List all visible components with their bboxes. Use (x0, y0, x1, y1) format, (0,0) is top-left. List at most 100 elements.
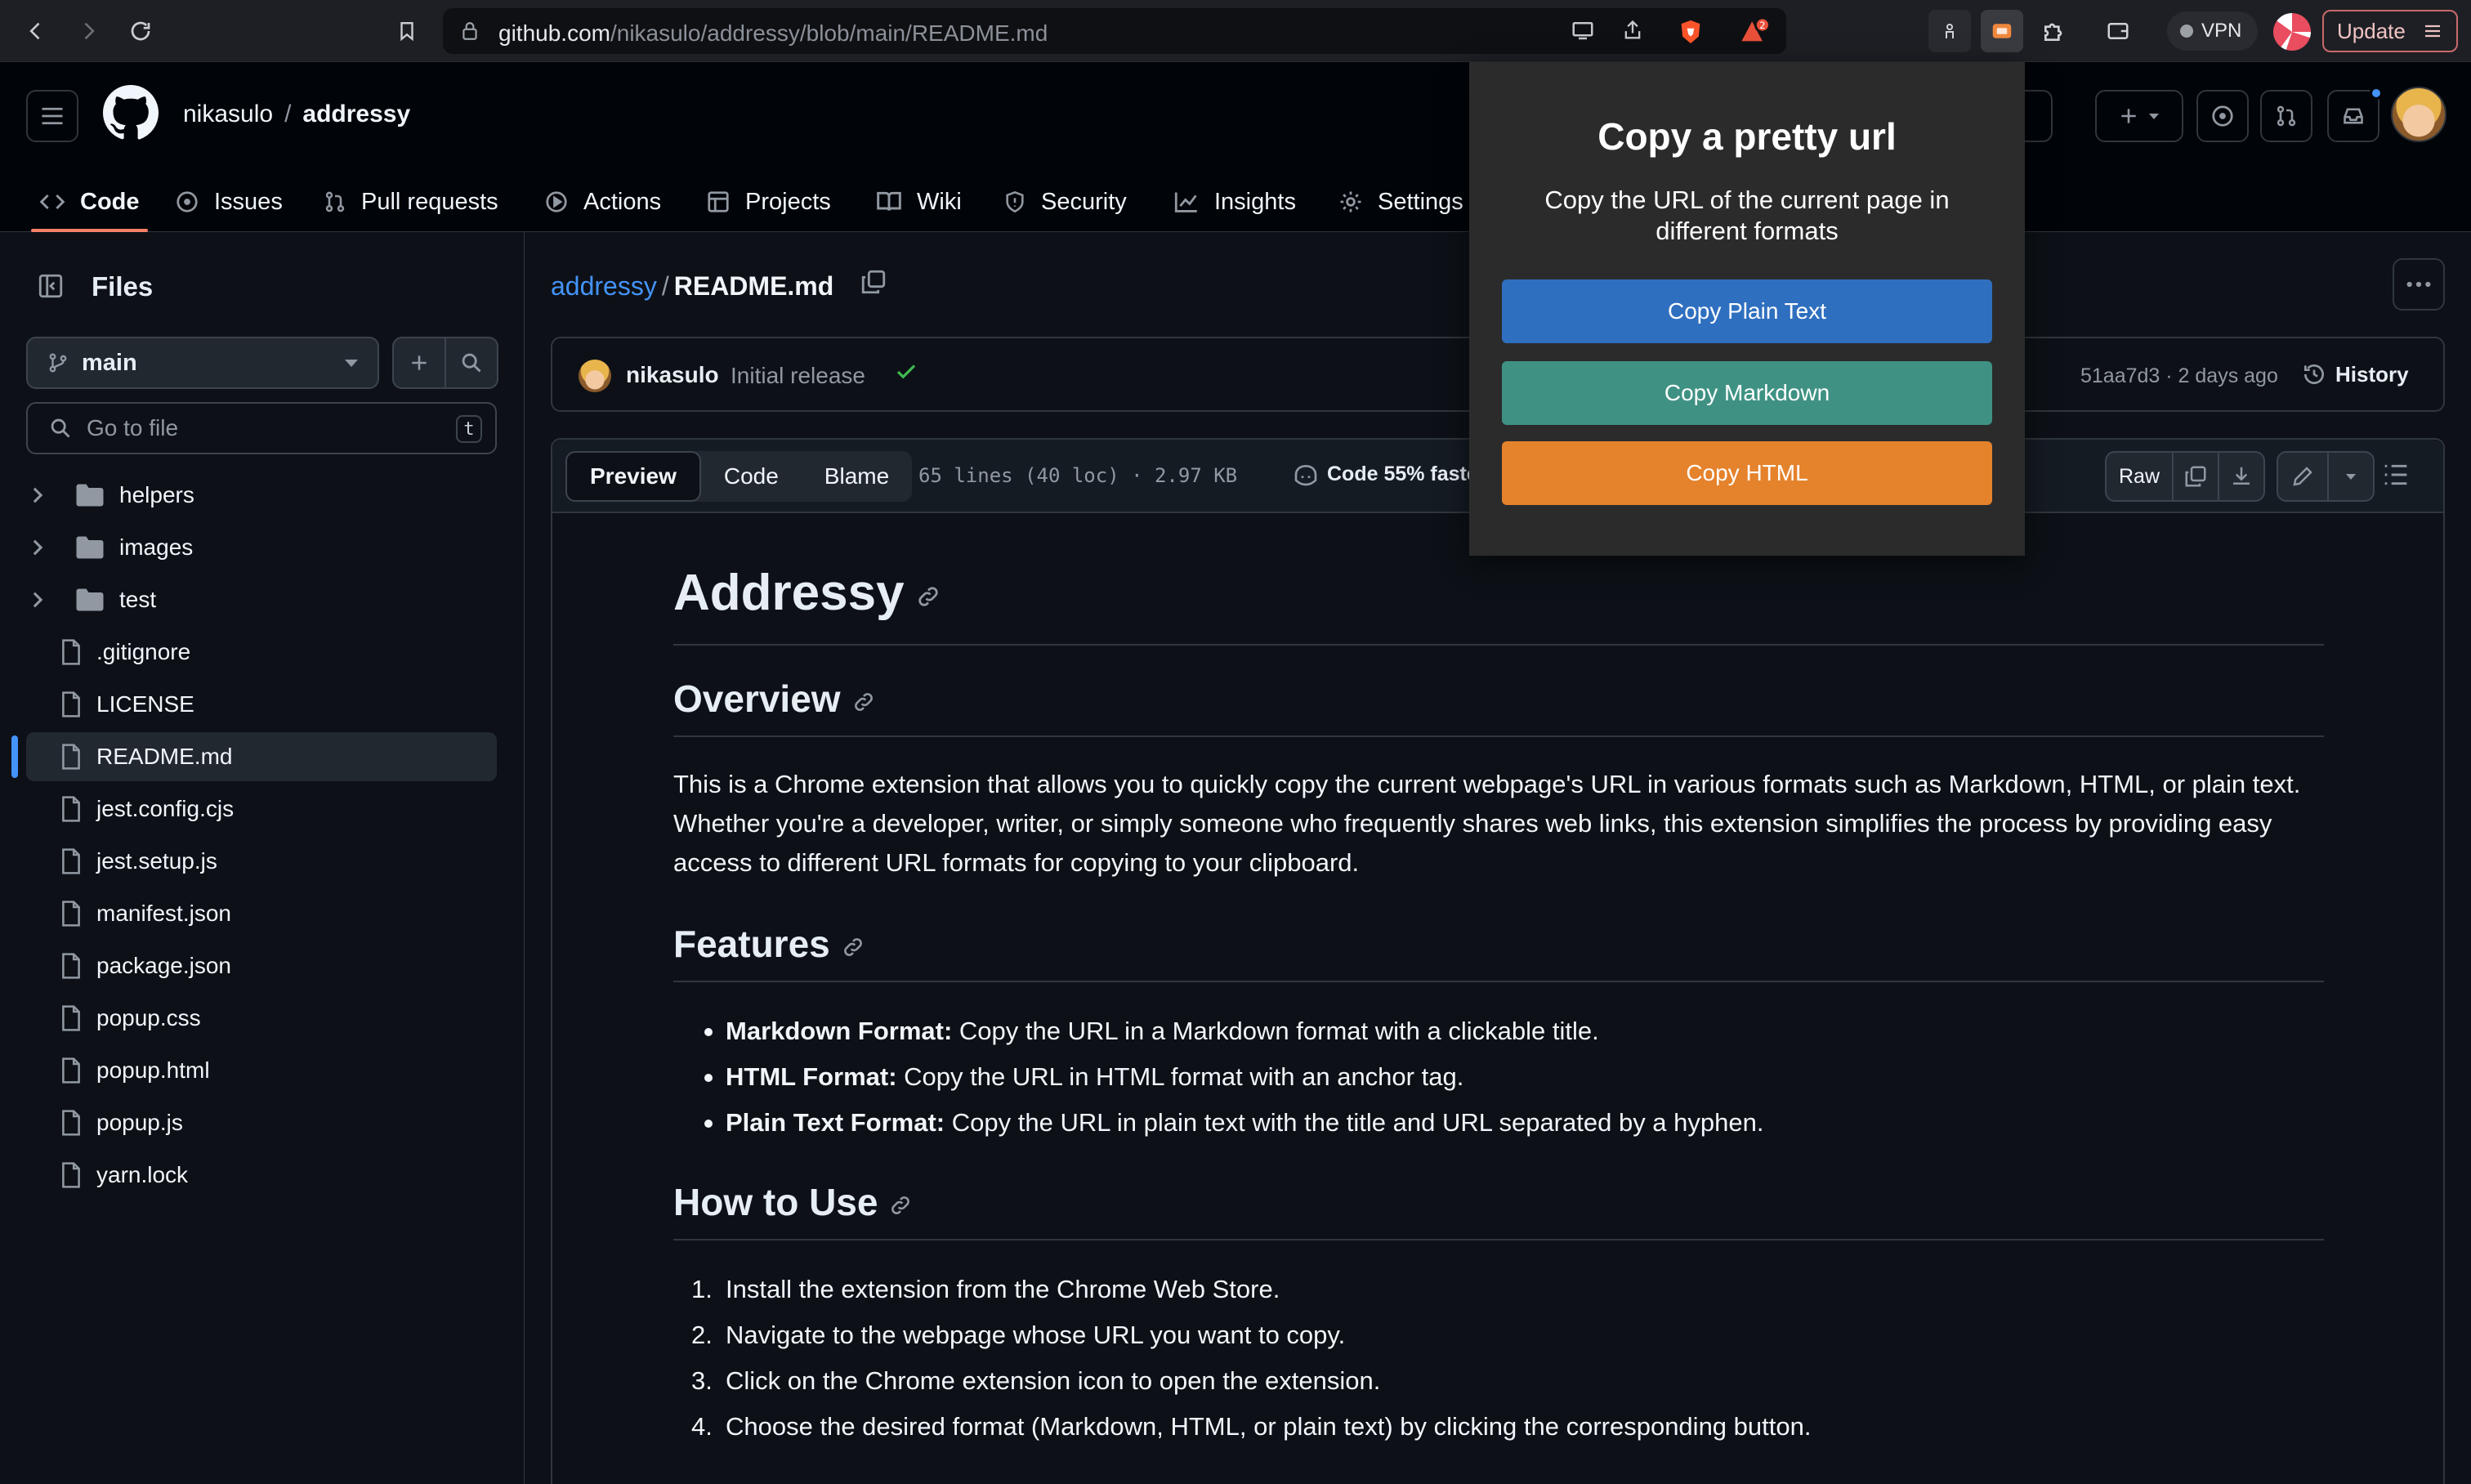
readme-title: Addressy (673, 564, 941, 622)
copilot-banner[interactable]: Code 55% faste (1293, 463, 1478, 486)
tree-file-selected[interactable]: README.md (26, 732, 497, 781)
profile-icon[interactable] (2273, 13, 2311, 51)
copy-raw-button[interactable] (2174, 451, 2219, 502)
user-avatar[interactable] (2391, 87, 2446, 142)
copy-plain-text-button[interactable]: Copy Plain Text (1502, 279, 1992, 343)
file-icon (60, 848, 82, 874)
plus-icon (409, 352, 430, 373)
copy-path-icon[interactable] (860, 268, 887, 296)
commit-message[interactable]: Initial release (731, 363, 865, 389)
chevron-down-icon (2147, 111, 2160, 121)
tree-file[interactable]: popup.html (26, 1046, 497, 1095)
share-icon[interactable] (1621, 18, 1644, 42)
owner-link[interactable]: nikasulo (183, 101, 273, 127)
book-icon (876, 190, 902, 213)
forward-icon[interactable] (72, 15, 105, 47)
addressy-extension-icon[interactable] (1981, 10, 2023, 52)
commit-hash-time[interactable]: 51aa7d3 · 2 days ago (2080, 364, 2278, 388)
tree-folder-images[interactable]: images (26, 523, 497, 572)
list-item: 3. Click on the Chrome extension icon to … (691, 1366, 1381, 1395)
commit-author-avatar[interactable] (579, 360, 611, 392)
repo-link[interactable]: addressy (302, 101, 410, 127)
github-logo-icon[interactable] (103, 85, 159, 141)
tree-folder-test[interactable]: test (26, 575, 497, 624)
download-button[interactable] (2219, 451, 2265, 502)
svg-text:2: 2 (1759, 20, 1765, 31)
tab-issues[interactable]: Issues (175, 172, 283, 232)
hamburger-menu-icon[interactable] (26, 90, 78, 142)
repo-root-link[interactable]: addressy (551, 271, 657, 301)
outline-list-icon[interactable] (2383, 463, 2409, 487)
extension-icon[interactable] (1928, 10, 1971, 52)
tree-file[interactable]: yarn.lock (26, 1151, 497, 1200)
wallet-icon[interactable] (2097, 10, 2139, 52)
search-icon (460, 351, 483, 374)
link-icon[interactable] (842, 936, 865, 959)
tab-settings[interactable]: Settings (1338, 172, 1463, 232)
raw-button[interactable]: Raw (2105, 451, 2174, 502)
puzzle-icon[interactable] (2033, 10, 2076, 52)
pull-requests-button[interactable] (2260, 90, 2312, 142)
tab-code[interactable]: Code (31, 172, 147, 232)
tree-file[interactable]: package.json (26, 941, 497, 990)
tree-file[interactable]: jest.config.cjs (26, 784, 497, 834)
brave-shields-icon[interactable] (1677, 18, 1705, 46)
back-icon[interactable] (20, 15, 52, 47)
file-icon (60, 1005, 82, 1031)
tab-actions[interactable]: Actions (544, 172, 661, 232)
issues-button[interactable] (2196, 90, 2249, 142)
brave-rewards-icon[interactable]: 2 (1739, 18, 1770, 46)
tab-projects[interactable]: Projects (706, 172, 831, 232)
menu-icon (2422, 21, 2443, 41)
features-list: Markdown Format: Copy the URL in a Markd… (673, 1008, 2324, 1146)
tree-file[interactable]: .gitignore (26, 628, 497, 677)
blame-tab[interactable]: Blame (802, 451, 912, 502)
divider (673, 981, 2324, 982)
create-new-button[interactable] (2095, 90, 2183, 142)
code-tab[interactable]: Code (701, 451, 802, 502)
chevron-right-icon (26, 486, 49, 504)
notification-dot-icon (2370, 87, 2383, 100)
copy-markdown-button[interactable]: Copy Markdown (1502, 361, 1992, 425)
tab-wiki[interactable]: Wiki (876, 172, 962, 232)
tab-security[interactable]: Security (1003, 172, 1127, 232)
go-to-file-input[interactable]: Go to file t (26, 402, 497, 454)
tree-file[interactable]: manifest.json (26, 889, 497, 938)
edit-button[interactable] (2277, 451, 2329, 502)
search-files-button[interactable] (445, 337, 498, 389)
update-button[interactable]: Update (2322, 10, 2458, 52)
file-viewer: Preview Code Blame 65 lines (40 loc) · 2… (551, 438, 2445, 1484)
features-heading: Features (673, 922, 865, 966)
preview-tab[interactable]: Preview (565, 451, 701, 502)
vpn-button[interactable]: VPN (2167, 11, 2259, 51)
branch-selector[interactable]: main (26, 337, 379, 389)
gear-icon (1338, 190, 1363, 214)
sidebar-collapse-icon[interactable] (26, 261, 75, 311)
add-file-button[interactable] (392, 337, 446, 389)
copy-html-button[interactable]: Copy HTML (1502, 441, 1992, 505)
history-button[interactable]: History (2301, 361, 2409, 387)
more-options-icon[interactable] (2393, 258, 2445, 311)
tree-file[interactable]: jest.setup.js (26, 837, 497, 886)
tab-insights[interactable]: Insights (1173, 172, 1296, 232)
tree-folder-helpers[interactable]: helpers (26, 471, 497, 520)
file-tree-sidebar: Files main Go to file t helpers images t… (0, 232, 525, 1484)
address-bar[interactable]: github.com/nikasulo/addressy/blob/main/R… (443, 8, 1786, 54)
search-icon (49, 417, 72, 440)
commit-author[interactable]: nikasulo (626, 362, 719, 388)
download-icon (2229, 464, 2254, 489)
link-icon[interactable] (852, 691, 875, 713)
divider (673, 1239, 2324, 1240)
list-item: 1. Install the extension from the Chrome … (691, 1275, 1280, 1303)
tree-file[interactable]: popup.css (26, 994, 497, 1043)
tab-pull-requests[interactable]: Pull requests (324, 172, 498, 232)
edit-dropdown-button[interactable] (2329, 451, 2375, 502)
reload-icon[interactable] (124, 15, 157, 47)
cast-icon[interactable] (1571, 18, 1595, 42)
bookmark-icon[interactable] (391, 15, 423, 47)
link-icon[interactable] (916, 584, 941, 609)
file-icon (60, 744, 82, 770)
link-icon[interactable] (889, 1194, 912, 1217)
tree-file[interactable]: LICENSE (26, 680, 497, 729)
tree-file[interactable]: popup.js (26, 1098, 497, 1147)
